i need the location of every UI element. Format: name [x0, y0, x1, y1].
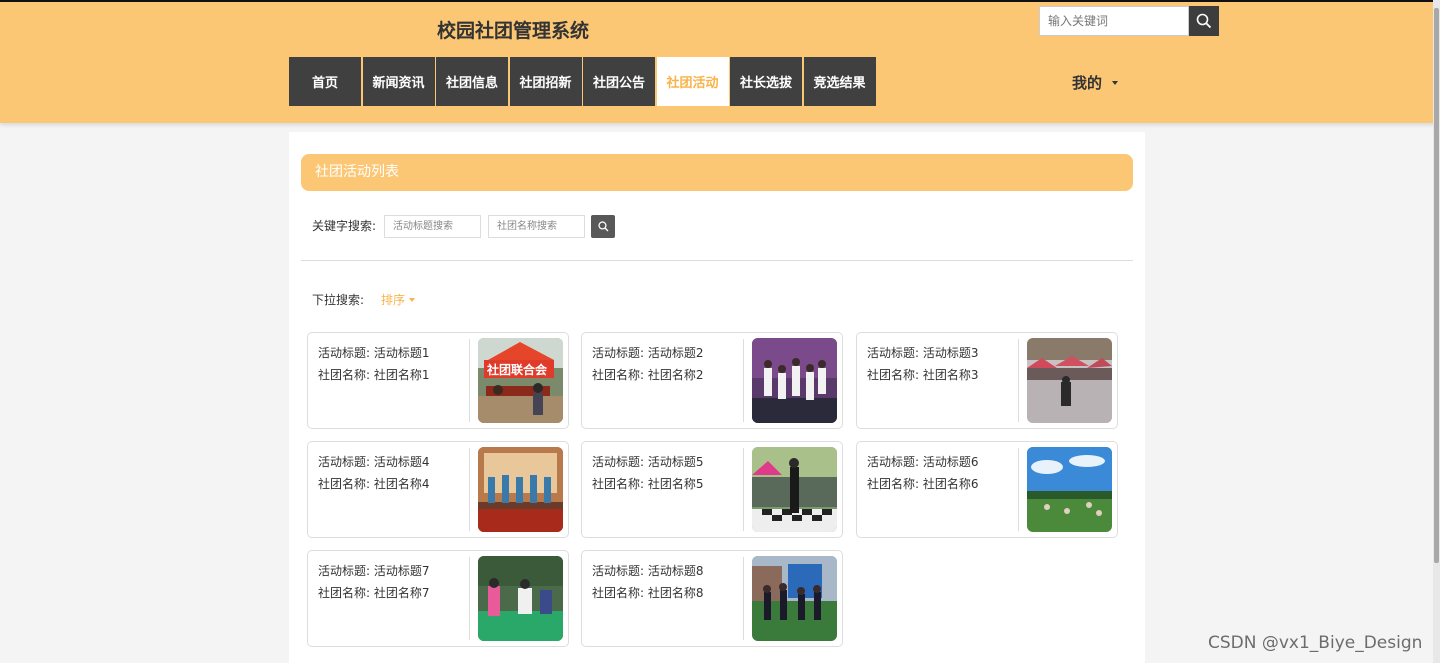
search-icon	[597, 221, 608, 232]
activity-card-1[interactable]: 活动标题: 活动标题1 社团名称: 社团名称1 社团联合会	[307, 332, 569, 429]
my-account-label: 我的	[1072, 74, 1103, 92]
card-separator	[743, 557, 744, 640]
card-separator	[743, 448, 744, 531]
card-separator	[1018, 339, 1019, 422]
card-separator	[743, 339, 744, 422]
chevron-down-icon	[1112, 80, 1119, 85]
activity-title: 活动标题: 活动标题8	[592, 564, 704, 578]
club-name: 社团名称: 社团名称4	[318, 477, 430, 491]
svg-text:社团联合会: 社团联合会	[486, 362, 548, 377]
club-name: 社团名称: 社团名称6	[867, 477, 979, 491]
site-title: 校园社团管理系统	[437, 20, 590, 42]
nav-item-election-results[interactable]: 竞选结果	[803, 57, 876, 106]
club-booth-photo: 社团联合会	[478, 338, 563, 423]
sort-dropdown[interactable]: 排序	[381, 291, 416, 308]
club-name: 社团名称: 社团名称1	[318, 368, 430, 382]
main-nav: 首页 新闻资讯 社团信息 社团招新 社团公告 社团活动 社长选拔 竞选结果	[289, 57, 877, 106]
activity-card-8[interactable]: 活动标题: 活动标题8 社团名称: 社团名称8	[581, 550, 843, 647]
street-dance-photo	[752, 447, 837, 532]
activity-title: 活动标题: 活动标题1	[318, 346, 430, 360]
nav-item-president-election[interactable]: 社长选拔	[730, 57, 802, 106]
card-separator	[469, 557, 470, 640]
dropdown-search-label: 下拉搜索:	[312, 293, 365, 307]
my-account-menu[interactable]: 我的	[1072, 72, 1119, 93]
card-separator	[1018, 448, 1019, 531]
section-divider	[301, 260, 1133, 261]
club-name: 社团名称: 社团名称2	[592, 368, 704, 382]
scrollbar-thumb[interactable]	[1434, 8, 1439, 563]
club-name: 社团名称: 社团名称5	[592, 477, 704, 491]
card-separator	[469, 339, 470, 422]
outdoor-event-photo	[1027, 338, 1112, 423]
chevron-down-icon	[409, 297, 416, 302]
group-dance-photo	[752, 556, 837, 641]
stage-performance-photo	[478, 447, 563, 532]
activity-card-5[interactable]: 活动标题: 活动标题5 社团名称: 社团名称5	[581, 441, 843, 538]
nav-item-announcements[interactable]: 社团公告	[583, 57, 655, 106]
nav-item-club-info[interactable]: 社团信息	[436, 57, 508, 106]
activity-title: 活动标题: 活动标题6	[867, 455, 979, 469]
activity-title: 活动标题: 活动标题7	[318, 564, 430, 578]
club-name: 社团名称: 社团名称8	[592, 586, 704, 600]
activity-card-3[interactable]: 活动标题: 活动标题3 社团名称: 社团名称3	[856, 332, 1118, 429]
site-header: 校园社团管理系统 首页 新闻资讯 社团信息 社团招新 社团公告 社团活动 社长选…	[0, 2, 1440, 123]
club-name: 社团名称: 社团名称3	[867, 368, 979, 382]
club-name: 社团名称: 社团名称7	[318, 586, 430, 600]
title-search-input[interactable]	[384, 215, 481, 238]
search-icon	[1196, 13, 1212, 29]
nav-item-recruitment[interactable]: 社团招新	[509, 57, 582, 106]
activity-title: 活动标题: 活动标题4	[318, 455, 430, 469]
nav-item-home[interactable]: 首页	[289, 57, 361, 106]
campus-fair-photo	[478, 556, 563, 641]
header-search-input[interactable]	[1039, 6, 1189, 36]
activity-card-2[interactable]: 活动标题: 活动标题2 社团名称: 社团名称2	[581, 332, 843, 429]
activity-list-panel: 社团活动列表 关键字搜索: 下拉搜索: 排序 活动标题: 活动标题1 社团名称:…	[289, 132, 1145, 663]
club-name-search-input[interactable]	[488, 215, 585, 238]
nav-item-club-activities[interactable]: 社团活动	[656, 57, 729, 106]
activity-title: 活动标题: 活动标题5	[592, 455, 704, 469]
activity-card-7[interactable]: 活动标题: 活动标题7 社团名称: 社团名称7	[307, 550, 569, 647]
nav-item-news[interactable]: 新闻资讯	[362, 57, 435, 106]
dance-performance-photo	[752, 338, 837, 423]
card-separator	[469, 448, 470, 531]
header-search-button[interactable]	[1189, 6, 1219, 36]
lawn-gathering-photo	[1027, 447, 1112, 532]
list-title: 社团活动列表	[301, 154, 1133, 191]
activity-card-6[interactable]: 活动标题: 活动标题6 社团名称: 社团名称6	[856, 441, 1118, 538]
keyword-search-label: 关键字搜索:	[312, 219, 377, 233]
sort-label: 排序	[381, 293, 406, 307]
activity-title: 活动标题: 活动标题2	[592, 346, 704, 360]
watermark: CSDN @vx1_Biye_Design	[1208, 633, 1423, 653]
keyword-search-button[interactable]	[591, 215, 615, 238]
activity-card-4[interactable]: 活动标题: 活动标题4 社团名称: 社团名称4	[307, 441, 569, 538]
activity-title: 活动标题: 活动标题3	[867, 346, 979, 360]
